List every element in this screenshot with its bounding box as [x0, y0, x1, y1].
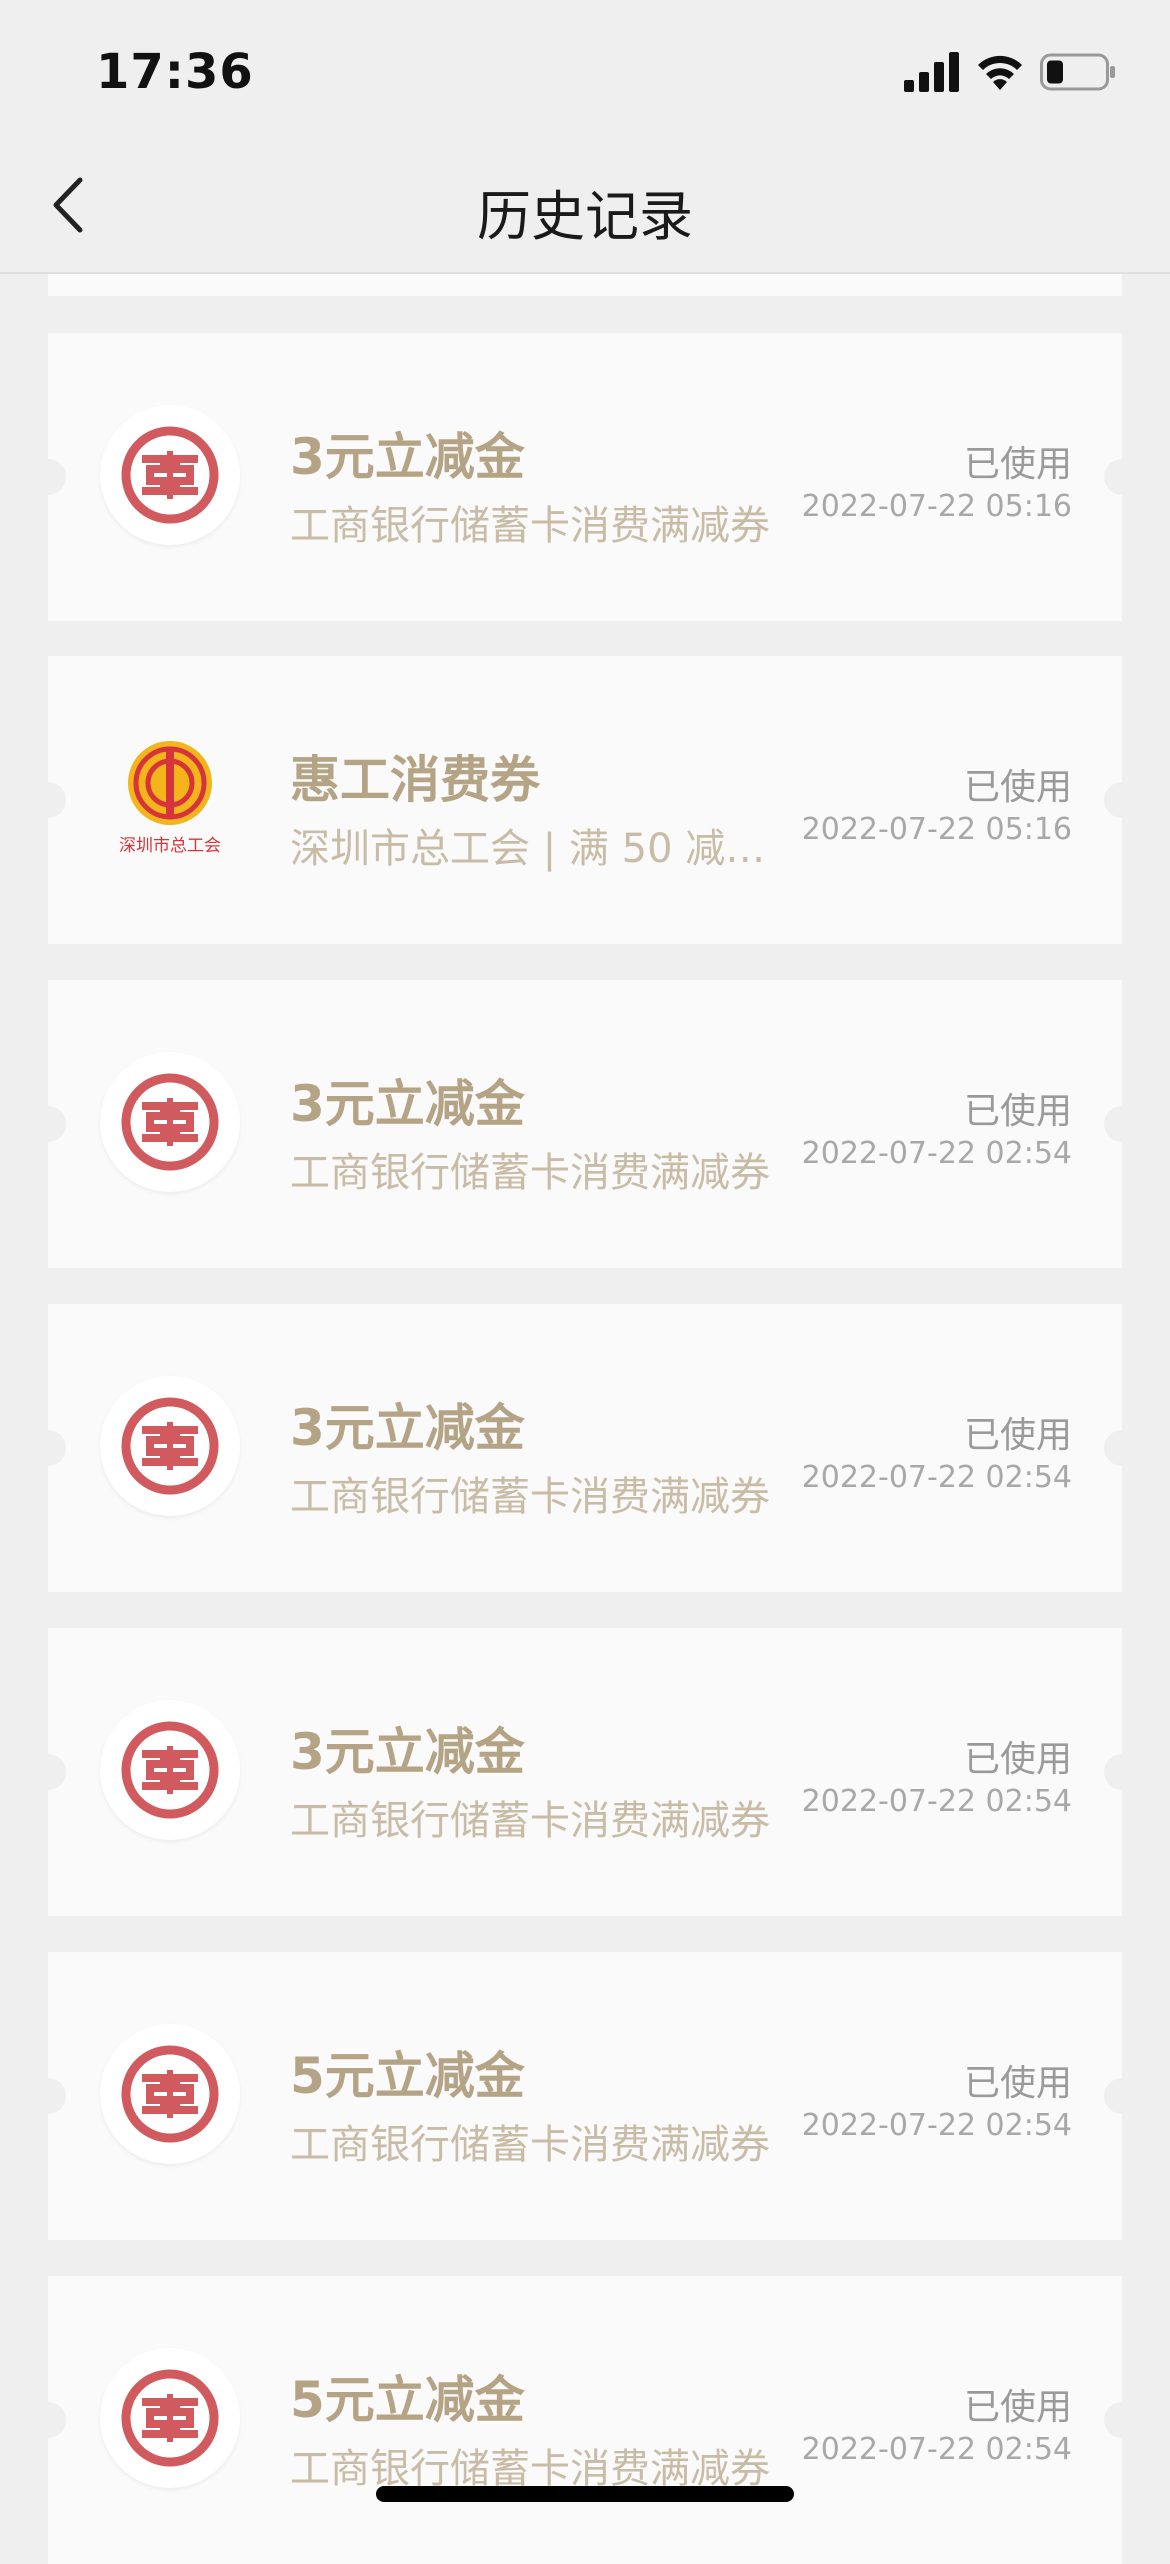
trade-union-logo-icon: 深圳市总工会 — [119, 741, 221, 856]
coupon-description: 工商银行储蓄卡消费满减券 — [290, 1150, 770, 1196]
coupon-card[interactable]: 3元立减金 工商银行储蓄卡消费满减券 已使用 2022-07-22 05:16 — [30, 333, 1140, 621]
coupon-status: 已使用 — [963, 444, 1072, 485]
icbc-logo-icon — [121, 1397, 219, 1495]
coupon-used-time: 2022-07-22 02:54 — [801, 2108, 1072, 2143]
icbc-logo-icon — [121, 2045, 219, 2143]
coupon-card[interactable]: 3元立减金 工商银行储蓄卡消费满减券 已使用 2022-07-22 02:54 — [30, 1304, 1140, 1592]
coupon-title: 3元立减金 — [290, 1075, 525, 1133]
trade-union-logo-text: 深圳市总工会 — [119, 836, 221, 856]
coupon-card[interactable]: 3元立减金 工商银行储蓄卡消费满减券 已使用 2022-07-22 02:54 — [30, 980, 1140, 1268]
coupon-status: 已使用 — [963, 1091, 1072, 1132]
icbc-logo-icon — [121, 1073, 219, 1171]
coupon-used-time: 2022-07-22 02:54 — [801, 1136, 1072, 1171]
coupon-status: 已使用 — [963, 767, 1072, 808]
coupon-used-time: 2022-07-22 02:54 — [801, 2432, 1072, 2467]
coupon-card[interactable]: 深圳市总工会 惠工消费券 深圳市总工会 | 满 50 减 10 已使用 2022… — [30, 656, 1140, 944]
coupon-title: 3元立减金 — [290, 428, 525, 486]
coupon-description: 工商银行储蓄卡消费满减券 — [290, 503, 770, 549]
coupon-card[interactable]: 3元立减金 工商银行储蓄卡消费满减券 已使用 2022-07-22 02:54 — [30, 1628, 1140, 1916]
coupon-status: 已使用 — [963, 1739, 1072, 1780]
coupon-title: 惠工消费券 — [290, 751, 540, 809]
coupon-used-time: 2022-07-22 05:16 — [801, 489, 1072, 524]
coupon-title: 3元立减金 — [290, 1399, 525, 1457]
coupon-description: 工商银行储蓄卡消费满减券 — [290, 1798, 770, 1844]
home-indicator — [376, 2486, 794, 2502]
icbc-logo-icon — [121, 2369, 219, 2467]
coupon-logo — [100, 2348, 240, 2488]
coupon-used-time: 2022-07-22 05:16 — [801, 812, 1072, 847]
coupon-status: 已使用 — [963, 2387, 1072, 2428]
icbc-logo-icon — [121, 426, 219, 524]
coupon-description: 工商银行储蓄卡消费满减券 — [290, 1474, 770, 1520]
icbc-logo-icon — [121, 1721, 219, 1819]
coupon-status: 已使用 — [963, 2063, 1072, 2104]
coupon-used-time: 2022-07-22 02:54 — [801, 1460, 1072, 1495]
coupon-card[interactable]: 5元立减金 工商银行储蓄卡消费满减券 已使用 2022-07-22 02:54 — [30, 1952, 1140, 2240]
coupon-logo — [100, 2024, 240, 2164]
coupon-logo — [100, 1376, 240, 1516]
coupon-history-list: 3元立减金 工商银行储蓄卡消费满减券 已使用 2022-07-22 05:16 … — [0, 0, 1170, 2564]
coupon-logo — [100, 405, 240, 545]
coupon-logo: 深圳市总工会 — [100, 728, 240, 868]
coupon-logo — [100, 1700, 240, 1840]
coupon-used-time: 2022-07-22 02:54 — [801, 1784, 1072, 1819]
coupon-title: 5元立减金 — [290, 2371, 525, 2429]
coupon-title: 5元立减金 — [290, 2047, 525, 2105]
coupon-description: 深圳市总工会 | 满 50 减 10 — [290, 826, 770, 872]
coupon-description: 工商银行储蓄卡消费满减券 — [290, 2122, 770, 2168]
coupon-logo — [100, 1052, 240, 1192]
coupon-status: 已使用 — [963, 1415, 1072, 1456]
coupon-title: 3元立减金 — [290, 1723, 525, 1781]
coupon-card[interactable]: 5元立减金 工商银行储蓄卡消费满减券 已使用 2022-07-22 02:54 — [30, 2276, 1140, 2564]
